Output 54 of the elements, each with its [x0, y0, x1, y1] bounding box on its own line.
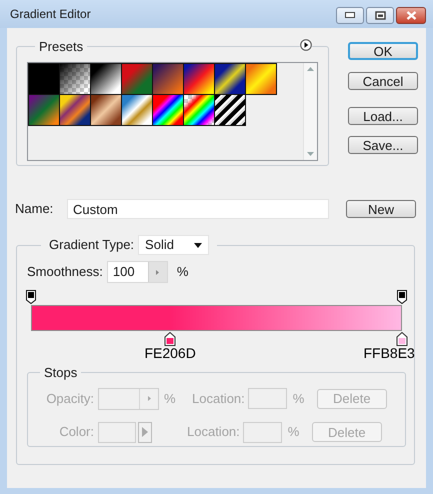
gradient-type-label: Gradient Type:	[49, 236, 134, 254]
gradient-preset-swatch[interactable]	[29, 94, 59, 124]
maximize-icon	[374, 10, 386, 20]
gradient-preset-swatch[interactable]	[246, 64, 276, 94]
gradient-preset-swatch[interactable]	[91, 64, 121, 94]
window-title: Gradient Editor	[10, 6, 91, 23]
color-stop-icon[interactable]	[164, 332, 176, 346]
gradient-preset-swatch[interactable]	[29, 64, 59, 94]
gradient-preset-swatch[interactable]	[153, 64, 183, 94]
caret-icon	[194, 242, 202, 248]
gradient-preset-swatch[interactable]	[184, 94, 214, 124]
stop-field-label: Color:	[59, 423, 94, 442]
gradient-preset-swatch[interactable]	[122, 94, 152, 124]
minimize-icon	[345, 12, 355, 18]
gradient-preset-swatch[interactable]	[215, 94, 245, 124]
percent-label: %	[164, 390, 177, 408]
location-field[interactable]	[248, 388, 287, 409]
percent-label: %	[292, 390, 306, 408]
gradient-preset-swatch[interactable]	[60, 94, 90, 124]
stop-field-label: Opacity:	[46, 390, 94, 408]
maximize-button[interactable]	[366, 6, 394, 24]
dialog-button[interactable]: OK	[348, 42, 418, 60]
location-label: Location:	[187, 423, 240, 442]
dialog-button[interactable]: Cancel	[348, 72, 418, 90]
minimize-button[interactable]	[336, 6, 364, 24]
opacity-field[interactable]	[98, 388, 159, 410]
name-label: Name:	[15, 200, 54, 218]
location-field[interactable]	[242, 422, 282, 442]
color-swatch-field[interactable]	[98, 422, 136, 442]
gradient-preset-swatch[interactable]	[184, 64, 214, 94]
smoothness-field[interactable]: 100	[106, 261, 168, 283]
gradient-preset-swatch[interactable]	[153, 94, 183, 124]
new-button[interactable]: New	[346, 200, 416, 218]
percent-label: %	[176, 263, 188, 282]
color-stop-label: FE206D	[144, 346, 196, 360]
close-icon	[406, 10, 416, 20]
opacity-stop-icon[interactable]	[26, 290, 36, 304]
smoothness-label: Smoothness:	[27, 263, 103, 282]
dialog-button[interactable]: Load...	[348, 107, 418, 125]
color-stop-icon[interactable]	[396, 332, 408, 346]
stops-label: Stops	[43, 364, 78, 382]
gradient-preset-swatch[interactable]	[91, 94, 121, 124]
color-stop-label: FFB8E3	[363, 346, 415, 360]
dialog-button[interactable]: Save...	[348, 136, 418, 154]
name-field[interactable]: Custom	[67, 199, 329, 219]
gradient-preset-swatch[interactable]	[122, 64, 152, 94]
location-label: Location:	[192, 390, 245, 408]
gradient-preset-swatch[interactable]	[60, 64, 90, 94]
presets-label: Presets	[38, 38, 84, 56]
gradient-preset-swatch[interactable]	[215, 64, 245, 94]
close-button[interactable]	[396, 6, 426, 24]
percent-label: %	[288, 423, 300, 442]
gradient-type-dropdown[interactable]: Solid	[138, 235, 210, 255]
opacity-stop-icon[interactable]	[397, 290, 407, 304]
